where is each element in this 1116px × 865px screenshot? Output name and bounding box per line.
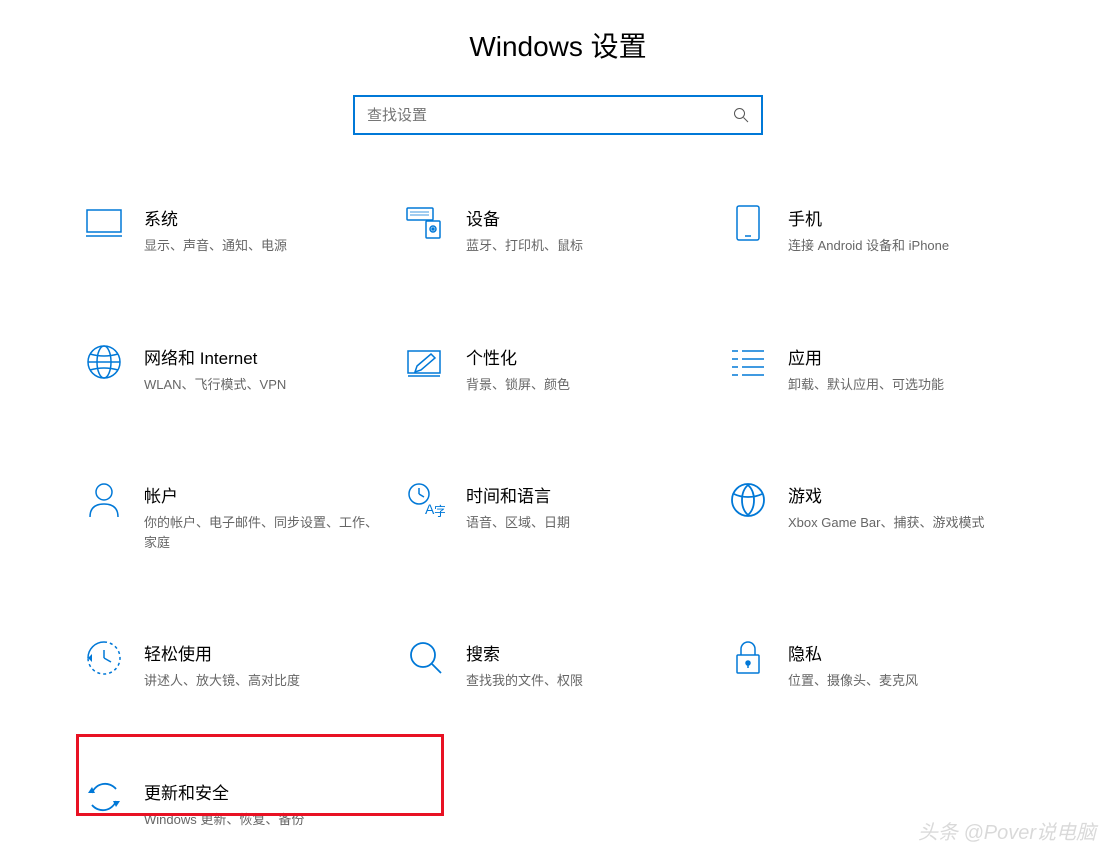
- tile-apps-title: 应用: [788, 344, 1032, 369]
- tile-privacy-title: 隐私: [788, 640, 1032, 665]
- tile-devices-title: 设备: [466, 205, 710, 230]
- tile-devices-desc: 蓝牙、打印机、鼠标: [466, 236, 710, 256]
- tile-time-desc: 语音、区域、日期: [466, 513, 710, 533]
- tile-phone[interactable]: 手机 连接 Android 设备和 iPhone: [724, 195, 1036, 264]
- tile-time[interactable]: A 字 时间和语言 语音、区域、日期: [402, 472, 714, 560]
- privacy-icon: [728, 638, 768, 678]
- tile-search-title: 搜索: [466, 640, 710, 665]
- phone-icon: [728, 203, 768, 243]
- tile-search-desc: 查找我的文件、权限: [466, 671, 710, 691]
- tile-privacy-desc: 位置、摄像头、麦克风: [788, 671, 1032, 691]
- tile-gaming[interactable]: 游戏 Xbox Game Bar、捕获、游戏模式: [724, 472, 1036, 560]
- tile-personalization[interactable]: 个性化 背景、锁屏、颜色: [402, 334, 714, 403]
- tile-update-desc: Windows 更新、恢复、备份: [144, 810, 388, 830]
- time-language-icon: A 字: [406, 480, 446, 520]
- devices-icon: [406, 203, 446, 243]
- tile-accounts[interactable]: 帐户 你的帐户、电子邮件、同步设置、工作、家庭: [80, 472, 392, 560]
- search-input[interactable]: [367, 107, 733, 124]
- tile-apps-desc: 卸载、默认应用、可选功能: [788, 375, 1032, 395]
- personalization-icon: [406, 342, 446, 382]
- tile-personalization-title: 个性化: [466, 344, 710, 369]
- tile-ease-title: 轻松使用: [144, 640, 388, 665]
- tiles-grid: 系统 显示、声音、通知、电源 设备 蓝牙、打印机、鼠标: [0, 195, 1116, 837]
- tile-phone-desc: 连接 Android 设备和 iPhone: [788, 236, 1032, 256]
- search-box[interactable]: [353, 95, 763, 135]
- tile-time-title: 时间和语言: [466, 482, 710, 507]
- page-title: Windows 设置: [0, 0, 1116, 95]
- tile-accounts-desc: 你的帐户、电子邮件、同步设置、工作、家庭: [144, 513, 388, 552]
- search-icon: [733, 107, 749, 123]
- tile-system-title: 系统: [144, 205, 388, 230]
- tile-gaming-desc: Xbox Game Bar、捕获、游戏模式: [788, 513, 1032, 533]
- tile-ease[interactable]: 轻松使用 讲述人、放大镜、高对比度: [80, 630, 392, 699]
- apps-icon: [728, 342, 768, 382]
- network-icon: [84, 342, 124, 382]
- tile-update[interactable]: 更新和安全 Windows 更新、恢复、备份: [80, 769, 392, 838]
- search-container: [0, 95, 1116, 135]
- update-security-icon: [84, 777, 124, 817]
- tile-privacy[interactable]: 隐私 位置、摄像头、麦克风: [724, 630, 1036, 699]
- tile-personalization-desc: 背景、锁屏、颜色: [466, 375, 710, 395]
- tile-ease-desc: 讲述人、放大镜、高对比度: [144, 671, 388, 691]
- tile-apps[interactable]: 应用 卸载、默认应用、可选功能: [724, 334, 1036, 403]
- tile-network-desc: WLAN、飞行模式、VPN: [144, 375, 388, 395]
- tile-devices[interactable]: 设备 蓝牙、打印机、鼠标: [402, 195, 714, 264]
- tile-accounts-title: 帐户: [144, 482, 388, 507]
- search-tile-icon: [406, 638, 446, 678]
- tile-gaming-title: 游戏: [788, 482, 1032, 507]
- accounts-icon: [84, 480, 124, 520]
- tile-network-title: 网络和 Internet: [144, 344, 388, 369]
- tile-system-desc: 显示、声音、通知、电源: [144, 236, 388, 256]
- system-icon: [84, 203, 124, 243]
- svg-text:字: 字: [434, 504, 445, 518]
- tile-phone-title: 手机: [788, 205, 1032, 230]
- gaming-icon: [728, 480, 768, 520]
- tile-search[interactable]: 搜索 查找我的文件、权限: [402, 630, 714, 699]
- ease-of-access-icon: [84, 638, 124, 678]
- tile-network[interactable]: 网络和 Internet WLAN、飞行模式、VPN: [80, 334, 392, 403]
- tile-system[interactable]: 系统 显示、声音、通知、电源: [80, 195, 392, 264]
- tile-update-title: 更新和安全: [144, 779, 388, 804]
